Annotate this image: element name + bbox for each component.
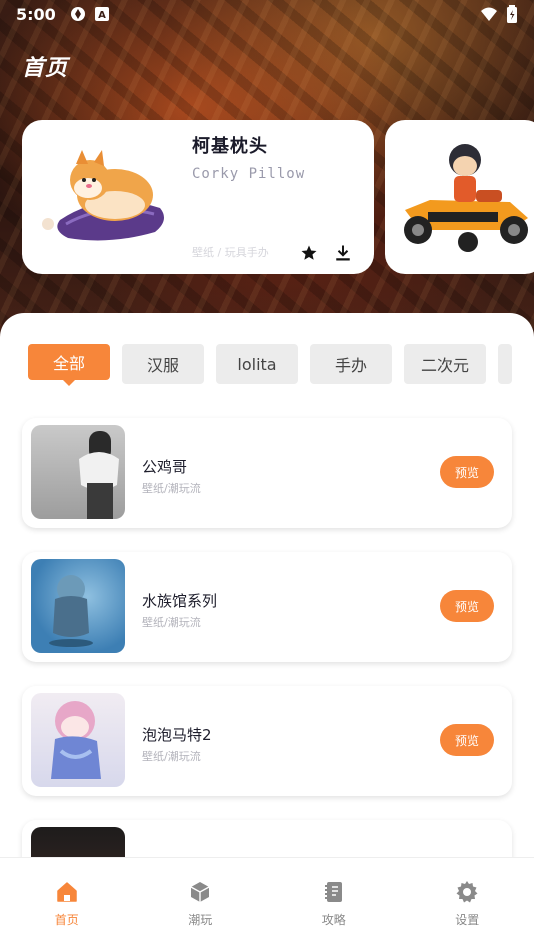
download-icon[interactable] (334, 244, 352, 262)
nav-label: 潮玩 (188, 913, 213, 927)
notebook-icon (324, 882, 342, 902)
nav-label: 设置 (455, 913, 480, 927)
preview-button[interactable]: 预览 (440, 456, 494, 488)
nav-item-home[interactable]: 首页 (0, 858, 134, 950)
nav-item-settings[interactable]: 设置 (401, 858, 534, 950)
cube-icon (190, 882, 210, 902)
preview-button[interactable]: 预览 (440, 590, 494, 622)
item-thumbnail (31, 559, 125, 653)
item-category: 壁纸/潮玩流 (142, 482, 201, 495)
featured-title: 柯基枕头 (192, 136, 268, 157)
bottom-navigation: 首页 潮玩 攻略 设置 (0, 857, 534, 950)
category-chip-figure[interactable]: 手办 (310, 344, 392, 384)
featured-card[interactable]: 柯基枕头 Corky Pillow 壁纸 / 玩具手办 (22, 120, 374, 274)
category-chip-lolita[interactable]: lolita (216, 344, 298, 384)
a-icon: A (94, 7, 109, 21)
go-kart-figure-image (404, 144, 528, 252)
featured-tags: 壁纸 / 玩具手办 (192, 246, 269, 259)
nav-label: 攻略 (321, 913, 346, 927)
rooster-figure-image (79, 431, 119, 519)
category-tabs: 全部 汉服 lolita 手办 二次元 (28, 344, 512, 384)
wifi-icon (481, 7, 497, 21)
item-name: 泡泡马特2 (142, 726, 212, 744)
nav-item-toys[interactable]: 潮玩 (134, 858, 268, 950)
featured-subtitle: Corky Pillow (192, 166, 306, 182)
home-icon (57, 882, 77, 902)
corgi-pillow-image (42, 150, 165, 241)
nav-label: 首页 (54, 913, 79, 927)
aquarium-figure-image (49, 575, 93, 647)
featured-card-2[interactable] (385, 120, 534, 274)
sync-icon (70, 7, 85, 21)
item-name: 公鸡哥 (142, 458, 188, 476)
list-item[interactable]: 公鸡哥 壁纸/潮玩流 预览 (22, 418, 512, 528)
preview-button[interactable]: 预览 (440, 724, 494, 756)
item-thumbnail (31, 425, 125, 519)
category-chip-anime[interactable]: 二次元 (404, 344, 486, 384)
status-bar: 5:00 A (0, 0, 534, 28)
gear-icon (456, 881, 478, 903)
page-title: 首页 (22, 56, 69, 81)
item-name: 水族馆系列 (142, 592, 218, 610)
status-time: 5:00 (16, 4, 56, 24)
category-chip-more[interactable] (498, 344, 512, 384)
bubble-mart-figure-image (51, 701, 101, 779)
star-icon[interactable] (300, 244, 318, 262)
nav-item-guide[interactable]: 攻略 (267, 858, 401, 950)
svg-text:A: A (98, 10, 106, 21)
item-category: 壁纸/潮玩流 (142, 616, 201, 629)
category-chip-all[interactable]: 全部 (28, 344, 110, 380)
list-item[interactable]: 泡泡马特2 壁纸/潮玩流 预览 (22, 686, 512, 796)
battery-icon (507, 5, 517, 23)
item-category: 壁纸/潮玩流 (142, 750, 201, 763)
list-item[interactable]: 水族馆系列 壁纸/潮玩流 预览 (22, 552, 512, 662)
item-thumbnail (31, 693, 125, 787)
category-chip-hanfu[interactable]: 汉服 (122, 344, 204, 384)
